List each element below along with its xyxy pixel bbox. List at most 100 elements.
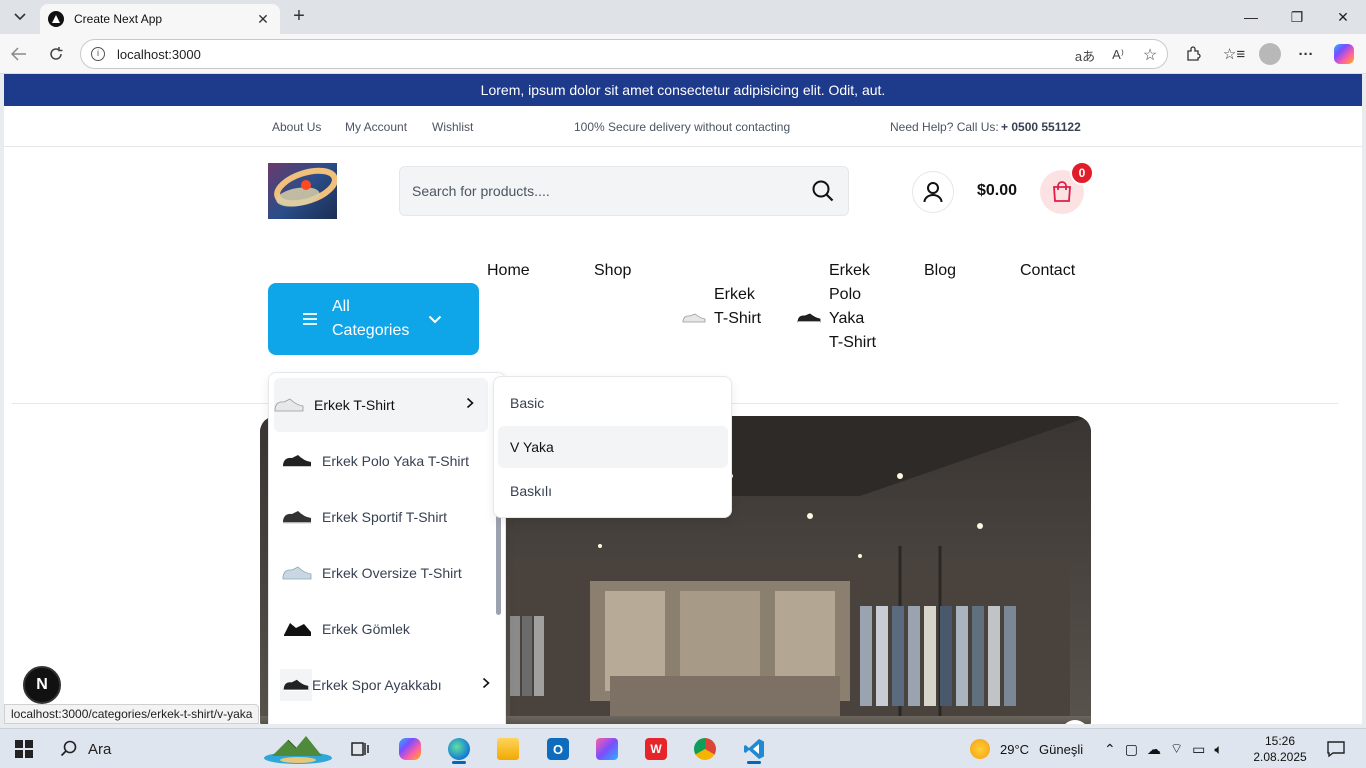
- ms-store-icon[interactable]: [589, 733, 625, 765]
- more-menu-icon[interactable]: ···: [1294, 43, 1318, 65]
- copilot-app-icon[interactable]: [392, 733, 428, 765]
- category-label: Erkek Oversize T-Shirt: [322, 565, 462, 581]
- chrome-icon[interactable]: [687, 733, 723, 765]
- read-aloud-icon[interactable]: A⁾: [1104, 40, 1132, 70]
- taskbar-search-label: Ara: [88, 740, 112, 758]
- outlook-icon[interactable]: O: [540, 733, 576, 765]
- help-label: Need Help? Call Us:: [890, 120, 999, 134]
- onedrive-icon[interactable]: ☁: [1147, 741, 1161, 758]
- web-page: Lorem, ipsum dolor sit amet consectetur …: [4, 74, 1362, 724]
- site-info-icon[interactable]: i: [91, 47, 105, 61]
- nav-blog[interactable]: Blog: [924, 259, 956, 283]
- category-label: Erkek Gömlek: [322, 621, 410, 637]
- favorite-star-icon[interactable]: ☆: [1136, 40, 1164, 70]
- shoe-thumbnail-icon: [282, 450, 312, 472]
- announcement-bar: Lorem, ipsum dolor sit amet consectetur …: [4, 74, 1362, 106]
- nav-erkek-polo[interactable]: Erkek Polo Yaka T-Shirt: [829, 259, 879, 355]
- all-categories-button[interactable]: All Categories: [268, 283, 479, 355]
- wishlist-link[interactable]: Wishlist: [432, 120, 473, 134]
- chevron-up-icon[interactable]: ⌃: [1104, 741, 1116, 758]
- browser-tab-bar: Create Next App ✕ + — ❐ ✕: [0, 0, 1366, 34]
- address-toolbar: i localhost:3000 aあ A⁾ ☆ ☆≡ ···: [0, 34, 1366, 74]
- translate-icon[interactable]: aあ: [1071, 40, 1099, 70]
- new-tab-button[interactable]: +: [288, 5, 310, 27]
- restore-button[interactable]: ❐: [1274, 0, 1320, 34]
- cart-total: $0.00: [977, 182, 1018, 199]
- system-tray: ⌃ ▢ ☁ ⌔ ▭ 🔈︎: [1104, 729, 1223, 768]
- announcement-text: Lorem, ipsum dolor sit amet consectetur …: [480, 82, 886, 98]
- tab-title: Create Next App: [74, 12, 163, 26]
- close-window-button[interactable]: ✕: [1320, 0, 1366, 34]
- browser-tab[interactable]: Create Next App ✕: [40, 4, 280, 34]
- url-bar[interactable]: i localhost:3000 aあ A⁾ ☆: [80, 39, 1168, 69]
- favorites-icon[interactable]: ☆≡: [1222, 43, 1246, 65]
- secure-delivery-text: 100% Secure delivery without contacting: [574, 120, 791, 134]
- extensions-icon[interactable]: [1181, 43, 1205, 65]
- nav-home[interactable]: Home: [487, 259, 530, 283]
- minimize-button[interactable]: —: [1228, 0, 1274, 34]
- taskbar-search[interactable]: Ara: [52, 733, 142, 765]
- subcategory-baskili[interactable]: Baskılı: [498, 470, 728, 512]
- product-search: [399, 166, 849, 216]
- subcategory-menu: Basic V Yaka Baskılı: [493, 376, 732, 518]
- shopping-bag-icon: [1053, 181, 1071, 202]
- nav-contact[interactable]: Contact: [1020, 259, 1075, 283]
- widgets-landscape-icon[interactable]: [260, 733, 336, 765]
- chevron-right-icon: [466, 397, 474, 409]
- tab-close-icon[interactable]: ✕: [254, 11, 272, 28]
- reload-icon: [50, 47, 63, 60]
- nextjs-dev-badge[interactable]: N: [23, 666, 61, 704]
- nav-shop[interactable]: Shop: [594, 259, 631, 283]
- shoe-thumbnail-icon: [797, 308, 821, 328]
- profile-avatar[interactable]: [1258, 43, 1282, 65]
- tab-list-button[interactable]: [8, 6, 32, 28]
- subcategory-basic[interactable]: Basic: [498, 382, 728, 424]
- account-button[interactable]: [912, 171, 954, 213]
- category-item-erkek-gomlek[interactable]: Erkek Gömlek: [282, 602, 496, 656]
- meet-now-icon[interactable]: ▢: [1125, 741, 1138, 758]
- menu-icon: [303, 313, 317, 325]
- nextjs-favicon-icon: [48, 11, 64, 27]
- notifications-icon[interactable]: [1318, 733, 1354, 765]
- volume-icon[interactable]: 🔈︎: [1214, 741, 1222, 758]
- category-item-erkek-tshirt[interactable]: Erkek T-Shirt: [274, 378, 488, 432]
- chevron-down-icon: [428, 315, 442, 323]
- category-item-erkek-polo[interactable]: Erkek Polo Yaka T-Shirt: [282, 434, 496, 488]
- copilot-icon[interactable]: [1332, 43, 1356, 65]
- category-item-erkek-sportif[interactable]: Erkek Sportif T-Shirt: [282, 490, 496, 544]
- category-item-erkek-spor-ayakkabi[interactable]: Erkek Spor Ayakkabı: [280, 658, 496, 712]
- wps-office-icon[interactable]: W: [638, 733, 674, 765]
- chevron-right-icon: [482, 677, 490, 689]
- category-label: Erkek Sportif T-Shirt: [322, 509, 448, 525]
- chevron-down-icon: [14, 13, 26, 21]
- category-label: Erkek Spor Ayakkabı: [312, 677, 442, 693]
- my-account-link[interactable]: My Account: [345, 120, 407, 134]
- start-button[interactable]: [6, 733, 42, 765]
- vscode-icon[interactable]: [736, 733, 772, 765]
- category-label: Erkek T-Shirt: [314, 397, 395, 413]
- user-icon: [923, 182, 943, 203]
- category-item-erkek-oversize[interactable]: Erkek Oversize T-Shirt: [282, 546, 496, 600]
- about-us-link[interactable]: About Us: [272, 120, 321, 134]
- clock[interactable]: 15:26 2.08.2025: [1253, 729, 1307, 768]
- url-text: localhost:3000: [117, 46, 201, 62]
- search-icon: [60, 740, 77, 757]
- battery-icon[interactable]: ▭: [1192, 741, 1205, 758]
- file-explorer-icon[interactable]: [490, 733, 526, 765]
- site-logo[interactable]: [268, 163, 337, 219]
- windows-logo-icon: [15, 740, 33, 758]
- back-button[interactable]: [8, 43, 30, 65]
- search-input[interactable]: [412, 183, 798, 199]
- clock-date: 2.08.2025: [1253, 750, 1307, 764]
- task-view-icon[interactable]: [342, 733, 378, 765]
- shoe-thumbnail-icon: [282, 618, 312, 640]
- reload-button[interactable]: [45, 43, 67, 65]
- search-button[interactable]: [798, 166, 848, 216]
- help-phone[interactable]: + 0500 551122: [1001, 120, 1081, 134]
- shoe-thumbnail-icon: [682, 308, 706, 328]
- nav-erkek-tshirt[interactable]: Erkek T-Shirt: [714, 283, 764, 331]
- edge-browser-icon[interactable]: [441, 733, 477, 765]
- subcategory-v-yaka[interactable]: V Yaka: [498, 426, 728, 468]
- weather-widget[interactable]: 29°C Güneşli: [970, 729, 1083, 768]
- network-icon[interactable]: ⌔: [1170, 740, 1183, 758]
